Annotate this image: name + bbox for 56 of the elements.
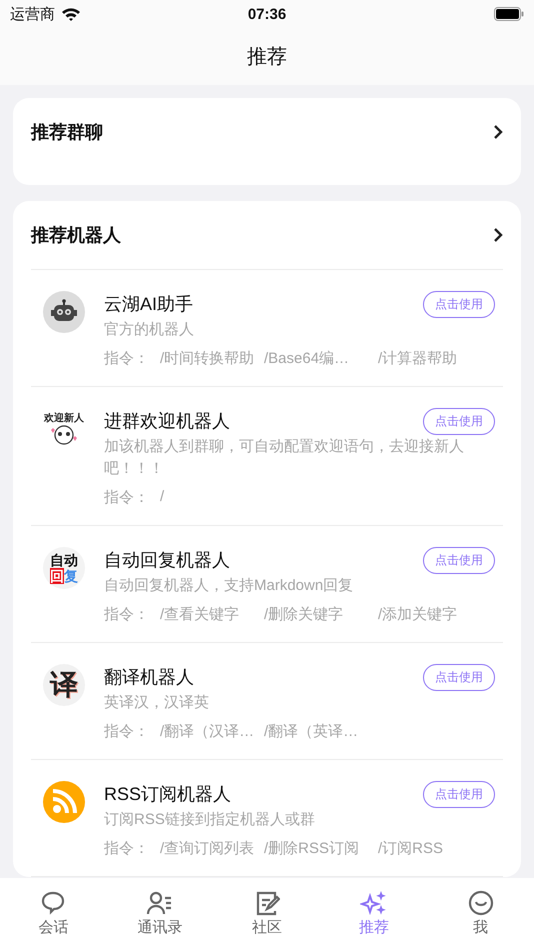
chat-icon: [40, 890, 66, 916]
command-text: /查询订阅列表: [160, 839, 256, 858]
command-text: /翻译（英译…: [264, 722, 360, 741]
tab-item[interactable]: 通讯录: [106, 878, 214, 950]
avatar-text: 译: [50, 668, 78, 702]
chevron-right-icon[interactable]: [493, 227, 503, 243]
robot-description: 自动回复机器人，支持Markdown回复: [104, 576, 354, 596]
robot-description: 官方的机器人: [104, 320, 195, 340]
avatar-text: 回复: [50, 568, 78, 584]
command-text: /添加关键字: [378, 605, 458, 624]
command-text: /查看关键字: [160, 605, 240, 624]
command-label: 指令：: [104, 722, 150, 741]
robot-description: 加该机器人到群聊，可自动配置欢迎语句，去迎接新人吧！！！: [104, 437, 465, 479]
section-title: 推荐机器人: [31, 224, 121, 247]
tab-item[interactable]: 社区: [214, 878, 320, 950]
command-text: /删除RSS订阅: [264, 839, 360, 858]
command-text: /删除关键字: [264, 605, 344, 624]
command-label: 指令：: [104, 605, 150, 624]
battery-icon: [494, 7, 524, 21]
sparkle-icon: [360, 890, 388, 916]
use-button[interactable]: 点击使用: [423, 291, 495, 318]
command-label: 指令：: [104, 839, 150, 858]
tab-item[interactable]: 推荐: [320, 878, 428, 950]
command-label: 指令：: [104, 349, 150, 368]
command-text: /翻译（汉译…: [160, 722, 256, 741]
chevron-right-icon[interactable]: [493, 124, 503, 140]
avatar-text: 欢迎新人: [44, 412, 84, 424]
command-text: /: [160, 488, 166, 507]
robot-name: RSS订阅机器人: [104, 783, 232, 806]
robot-name: 云湖AI助手: [104, 293, 194, 316]
clock-time: 07:36: [248, 6, 286, 22]
robot-avatar: [43, 291, 85, 333]
use-button[interactable]: 点击使用: [423, 408, 495, 435]
robot-description: 订阅RSS链接到指定机器人或群: [104, 810, 316, 830]
use-button[interactable]: 点击使用: [423, 664, 495, 691]
use-button[interactable]: 点击使用: [423, 781, 495, 808]
carrier-name: 运营商: [10, 4, 55, 24]
robot-name: 进群欢迎机器人: [104, 410, 230, 433]
command-label: 指令：: [104, 488, 150, 507]
tab-item[interactable]: 我: [427, 878, 534, 950]
face-icon: [49, 424, 79, 446]
page-title: 推荐: [247, 45, 287, 70]
command-text: /Base64编…: [264, 349, 350, 368]
robot-name: 自动回复机器人: [104, 549, 230, 572]
section-title: 推荐群聊: [31, 121, 103, 144]
wifi-icon: [61, 7, 81, 21]
robot-name: 翻译机器人: [104, 666, 194, 689]
use-button[interactable]: 点击使用: [423, 547, 495, 574]
command-text: /时间转换帮助: [160, 349, 256, 368]
rss-avatar: [43, 781, 85, 823]
tab-item[interactable]: 会话: [0, 878, 107, 950]
command-text: /订阅RSS: [378, 839, 444, 858]
profile-icon: [468, 890, 494, 916]
avatar-text: 自动: [50, 552, 78, 568]
command-text: /计算器帮助: [378, 349, 458, 368]
robot-description: 英译汉，汉译英: [104, 693, 210, 713]
